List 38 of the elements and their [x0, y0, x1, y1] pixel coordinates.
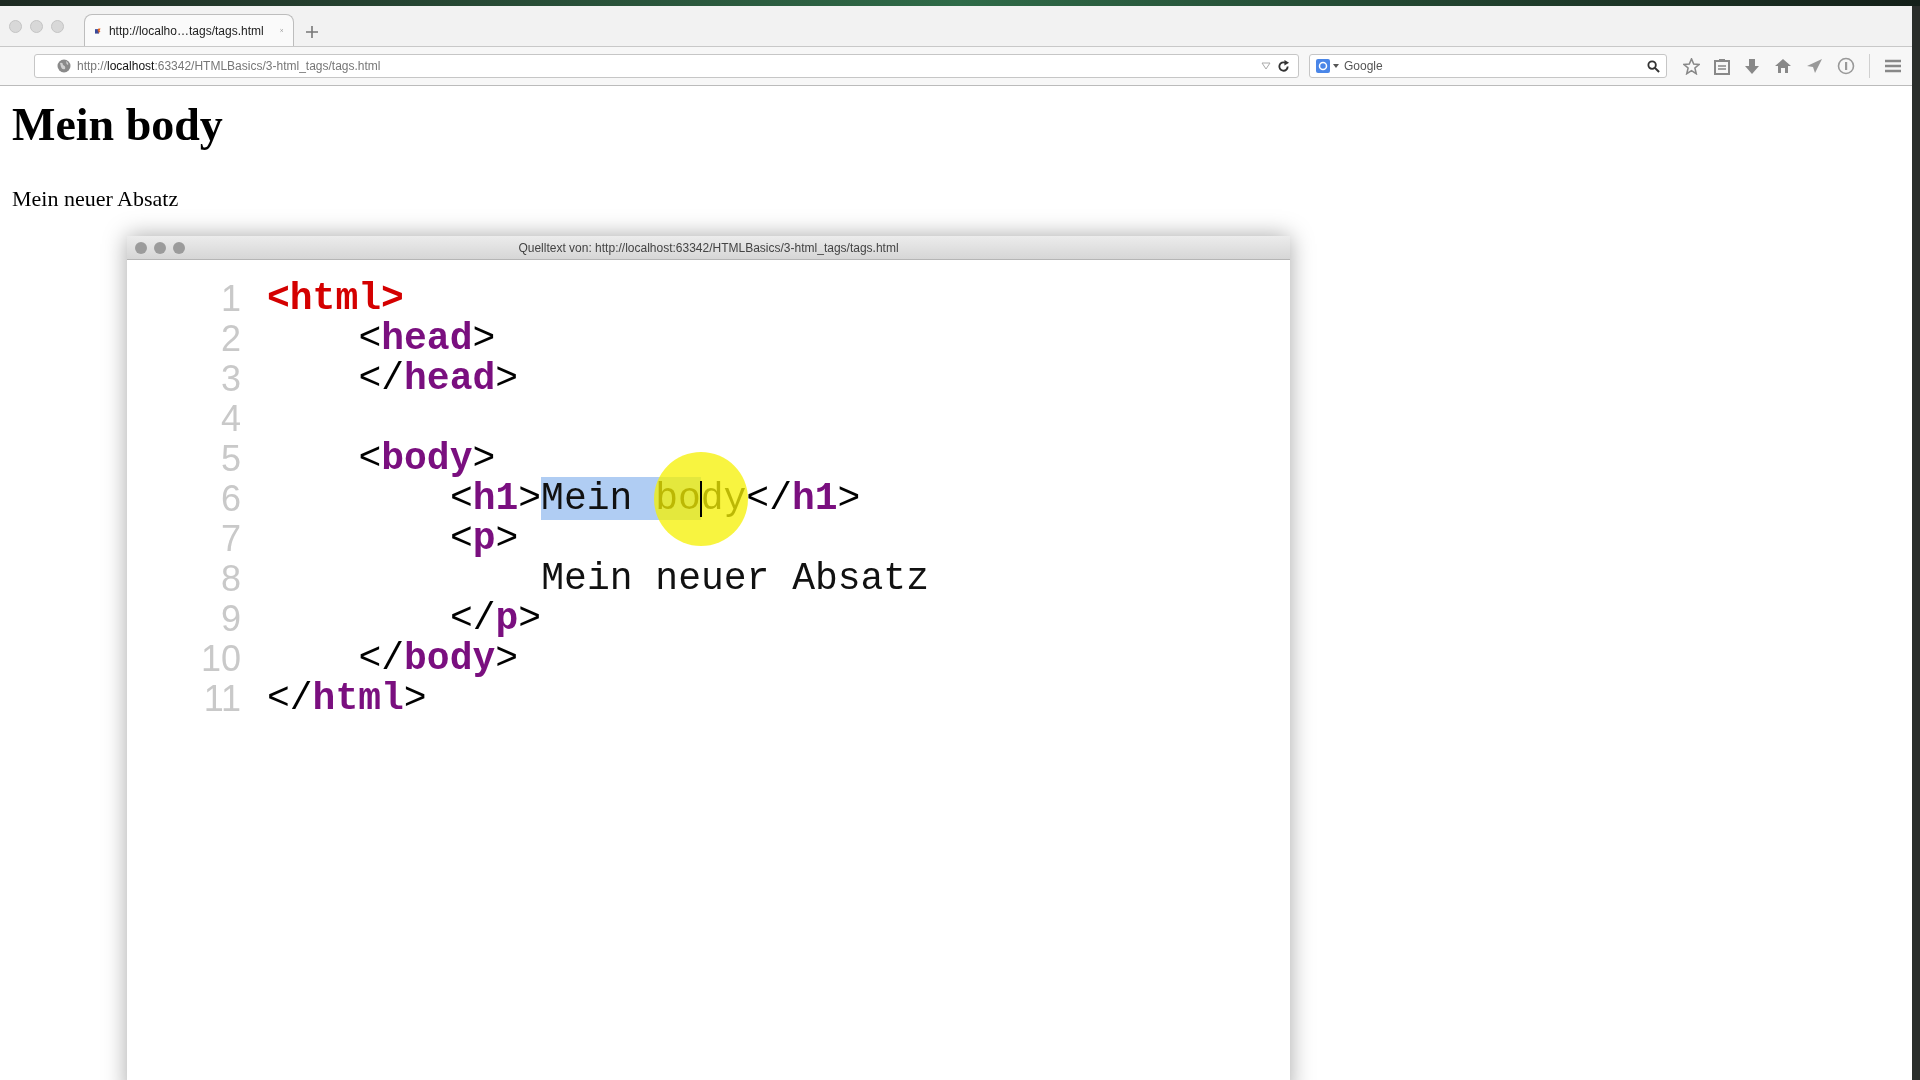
- minimize-window-button[interactable]: [154, 241, 166, 254]
- address-bar[interactable]: http://localhost:63342/HTMLBasics/3-html_tags/tags.html: [34, 54, 1299, 78]
- info-icon[interactable]: [1837, 57, 1855, 75]
- search-field[interactable]: Google: [1309, 54, 1667, 78]
- zoom-window-button[interactable]: [51, 20, 64, 33]
- search-engine-icon[interactable]: [1316, 58, 1340, 74]
- zoom-window-button[interactable]: [173, 241, 185, 254]
- text-caret: [700, 481, 703, 517]
- code-line: </body>: [357, 639, 519, 679]
- code-line: </p>: [448, 599, 542, 639]
- dropdown-triangle-icon[interactable]: [1261, 62, 1271, 70]
- reload-icon[interactable]: [1277, 59, 1290, 73]
- clipboard-icon[interactable]: [1714, 57, 1730, 75]
- code-line: <html>: [267, 279, 404, 319]
- code-line: Mein neuer Absatz: [540, 559, 929, 599]
- code-line: <body>: [357, 439, 496, 479]
- home-icon[interactable]: [1774, 58, 1792, 74]
- search-icon[interactable]: [1647, 59, 1660, 73]
- code-line: </head>: [357, 359, 519, 399]
- code-line: <p>: [448, 519, 519, 559]
- search-input[interactable]: Google: [1344, 57, 1643, 75]
- paper-plane-icon[interactable]: [1806, 58, 1823, 74]
- star-icon[interactable]: [1683, 57, 1700, 75]
- browser-tab[interactable]: http://localho…tags/tags.html: [84, 14, 294, 46]
- globe-icon: [57, 59, 71, 73]
- minimize-window-button[interactable]: [30, 20, 43, 33]
- new-tab-icon[interactable]: [306, 26, 318, 38]
- page-paragraph: Mein neuer Absatz: [12, 185, 180, 213]
- window-title: Quelltext von: http://localhost:63342/HTMLBasics/3-html_tags/tags.html: [518, 239, 899, 257]
- download-icon[interactable]: [1744, 57, 1760, 75]
- menu-icon[interactable]: [1884, 59, 1902, 73]
- code-line: </html>: [267, 679, 427, 719]
- page-heading: Mein body: [12, 102, 223, 148]
- close-window-button[interactable]: [9, 20, 22, 33]
- url-text: http://localhost:63342/HTMLBasics/3-html_tags/tags.html: [77, 58, 381, 75]
- code-line: <head>: [357, 319, 496, 359]
- close-window-button[interactable]: [135, 241, 147, 254]
- tab-title: http://localho…tags/tags.html: [108, 22, 264, 40]
